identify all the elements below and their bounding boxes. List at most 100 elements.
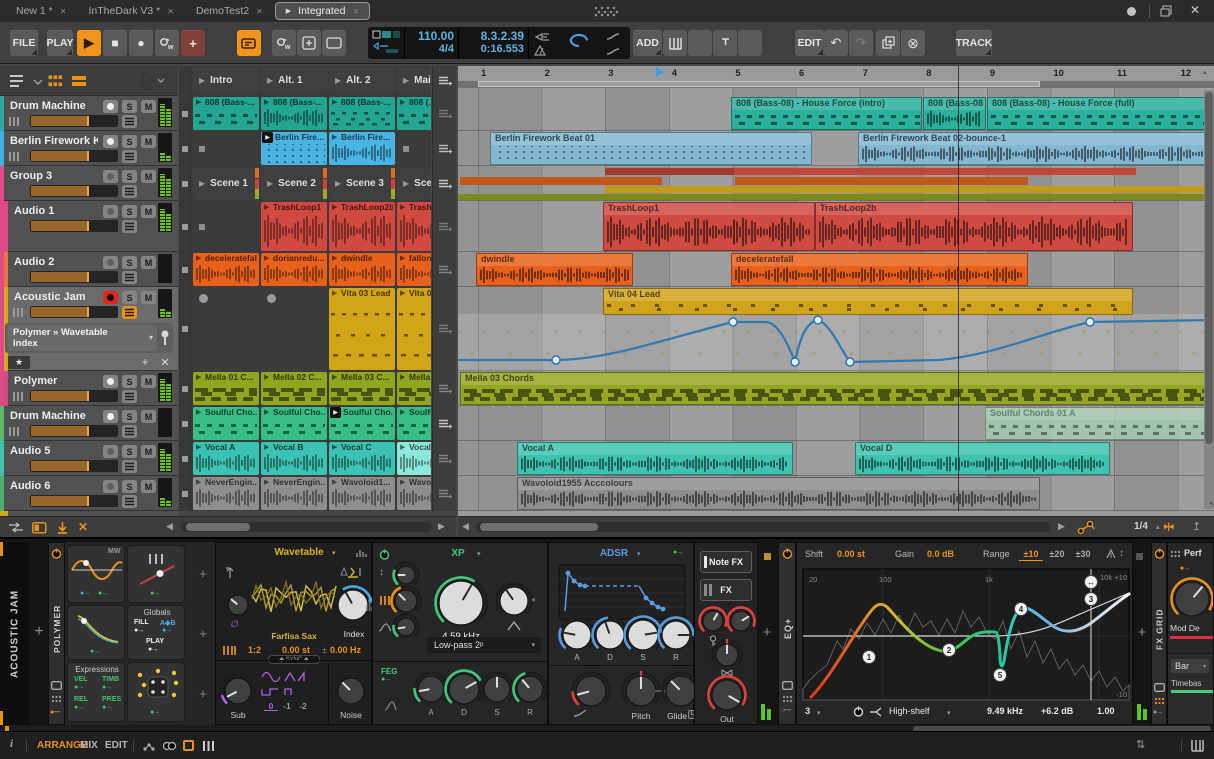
- sub-shape-icons[interactable]: [260, 669, 318, 697]
- clip-cell[interactable]: ▶ NeverEngin...: [261, 477, 327, 510]
- solo-button[interactable]: S: [122, 170, 137, 183]
- add-modulator-button[interactable]: +: [195, 624, 211, 642]
- clip-cell[interactable]: ▶ TrashLoop2b: [329, 202, 395, 251]
- scroll-down-icon[interactable]: ▴: [1203, 498, 1213, 508]
- arranger-clip[interactable]: dwindle: [476, 253, 633, 286]
- wavetable-display[interactable]: [251, 565, 337, 627]
- track-row[interactable]: Audio 6 SM: [0, 476, 178, 511]
- alt-launch-icon[interactable]: [438, 323, 453, 335]
- pin-icon[interactable]: [159, 329, 171, 347]
- scene-header[interactable]: ▶ Alt. 1: [261, 67, 327, 94]
- insert-scene-icon[interactable]: [56, 521, 69, 534]
- envelope-cell[interactable]: ●→: [67, 605, 125, 660]
- track-stop-button[interactable]: [182, 180, 188, 187]
- hand-icon[interactable]: [1160, 739, 1173, 752]
- fx-grid-header[interactable]: Perf: [1170, 547, 1213, 560]
- filter-env-knob[interactable]: [391, 612, 421, 642]
- time-display[interactable]: 0:16.553: [462, 43, 524, 55]
- record-arm-button[interactable]: [103, 170, 118, 183]
- track-stop-button[interactable]: [182, 420, 188, 427]
- file-icon[interactable]: [1114, 739, 1125, 752]
- mute-button[interactable]: M: [141, 480, 156, 493]
- wavetable-title[interactable]: Wavetable: [264, 547, 334, 559]
- add-device-button[interactable]: +: [1133, 617, 1151, 647]
- range-option[interactable]: ±10: [1019, 549, 1043, 561]
- spectrum-icon[interactable]: [356, 548, 368, 558]
- record-arm-button[interactable]: [103, 445, 118, 458]
- scene-header[interactable]: ▶ Alt. 2: [329, 67, 395, 94]
- alt-launch-icon[interactable]: [438, 108, 453, 120]
- record-arm-button[interactable]: [103, 291, 118, 304]
- sub-octave-option[interactable]: 0: [264, 701, 278, 711]
- power-icon[interactable]: [782, 548, 793, 559]
- track-stop-button[interactable]: [182, 266, 188, 273]
- undo-button[interactable]: ↶: [824, 30, 848, 56]
- arranger-h-thumb[interactable]: [480, 523, 598, 531]
- clip-cell[interactable]: ▶Vocal...: [397, 442, 431, 475]
- track-menu-button[interactable]: [122, 220, 137, 233]
- track-menu-button[interactable]: [122, 495, 137, 508]
- launcher-overdub-button[interactable]: [237, 30, 261, 56]
- band-q-value[interactable]: 1.00: [1097, 706, 1127, 718]
- ratio-value[interactable]: 1:2: [248, 645, 272, 656]
- mod-route-icon[interactable]: ●→: [150, 590, 168, 599]
- folder-icon[interactable]: [782, 565, 793, 574]
- transport-config-icons[interactable]: [372, 29, 402, 57]
- grid-dots-icon[interactable]: [782, 695, 793, 703]
- track-stop-button[interactable]: [182, 455, 188, 462]
- clip-cell[interactable]: ▶ Berlin Fire...: [261, 132, 327, 165]
- add-device-button[interactable]: +: [758, 617, 776, 647]
- clip-cell[interactable]: ▶808 (...: [397, 97, 431, 130]
- clip-cell[interactable]: ▶fallon...: [397, 253, 431, 286]
- track-menu-button[interactable]: [122, 150, 137, 163]
- add-button[interactable]: ADD: [633, 30, 662, 56]
- keyboard-icon[interactable]: [1190, 739, 1204, 752]
- mod-route-icon[interactable]: ●→: [102, 684, 120, 693]
- mute-button[interactable]: M: [141, 256, 156, 269]
- sub-octave-option[interactable]: -1: [280, 701, 294, 711]
- launcher-scroll-right-icon[interactable]: ▶: [438, 521, 450, 533]
- eq-graph[interactable]: 1 2 4 5 3 ↔ 20 100 1k 10k +10 -10: [802, 568, 1131, 701]
- remote-window-icon[interactable]: [1154, 683, 1165, 692]
- arranger-clip[interactable]: Berlin Firework Beat 01: [490, 132, 812, 165]
- tab-close-icon[interactable]: ✕: [60, 7, 67, 16]
- mute-button[interactable]: M: [141, 170, 156, 183]
- track-row[interactable]: Group 3 SM: [0, 166, 178, 201]
- track-menu-button[interactable]: [122, 460, 137, 473]
- grid-dots-icon[interactable]: [1170, 550, 1181, 558]
- alt-launch-icon[interactable]: [438, 178, 453, 190]
- mute-button[interactable]: M: [141, 100, 156, 113]
- mod-route-icon[interactable]: ●→: [148, 646, 166, 655]
- arranger-clip[interactable]: Soulful Chords 01 A: [985, 407, 1214, 440]
- track-stop-button[interactable]: [182, 145, 188, 152]
- record-arm-button[interactable]: [103, 410, 118, 423]
- duplicate-button[interactable]: [876, 30, 900, 56]
- alt-launch-icon[interactable]: [438, 75, 453, 87]
- arranger-clip[interactable]: Berlin Firework Beat 02-bounce-1: [858, 132, 1214, 165]
- clip-cell[interactable]: ▶ Mella 02 C...: [261, 372, 327, 405]
- scene-header[interactable]: ▶ Intro: [193, 67, 259, 94]
- volume-fader[interactable]: [30, 425, 118, 437]
- clip-overdub-button[interactable]: [297, 30, 321, 56]
- clip-cell[interactable]: ▶ Mella 03 C...: [329, 372, 395, 405]
- arranger-clip[interactable]: 808 (Bass-08): [923, 97, 986, 130]
- curve-knob[interactable]: [570, 670, 612, 712]
- mute-button[interactable]: M: [141, 375, 156, 388]
- range-option[interactable]: ±20: [1045, 549, 1069, 561]
- tab-close-icon[interactable]: ✕: [167, 7, 174, 16]
- view-tab-mix[interactable]: MIX: [80, 740, 104, 752]
- mute-button[interactable]: M: [141, 135, 156, 148]
- info-icon[interactable]: i: [10, 738, 20, 752]
- band-select-value[interactable]: 3: [805, 706, 817, 718]
- clip-cell[interactable]: ▶ Soulful Cho...: [329, 407, 395, 440]
- arranger-clip[interactable]: Vita 04 Lead: [603, 288, 1133, 315]
- record-arm-button[interactable]: [103, 135, 118, 148]
- alt-launch-icon[interactable]: [438, 221, 453, 233]
- favorite-star-button[interactable]: ★: [8, 356, 30, 369]
- arranger-clip[interactable]: Vocal A: [517, 442, 793, 475]
- clip-stop-button[interactable]: [403, 145, 409, 152]
- track-row[interactable]: Acoustic Jam S M Polymer » Wavetable Index ▾ ★…: [0, 287, 178, 371]
- clip-cell[interactable]: ▶ 808 (Bass-...: [329, 97, 395, 130]
- launcher-scroll-left-icon[interactable]: ◀: [166, 521, 178, 533]
- grid-dots-icon[interactable]: [1154, 697, 1165, 705]
